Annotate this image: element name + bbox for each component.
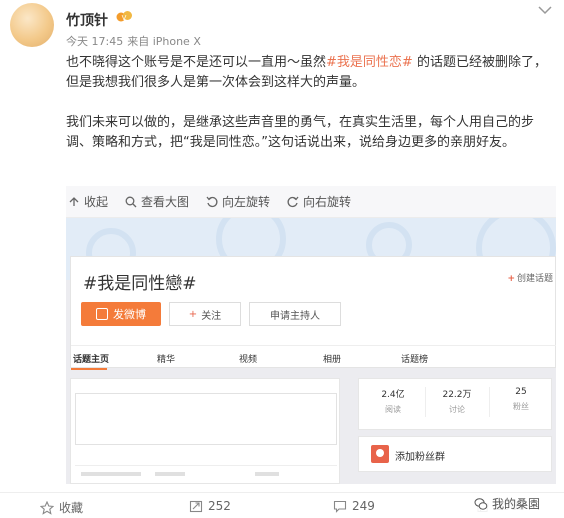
stat-reads-value: 2.4亿	[381, 390, 405, 400]
compose-box	[70, 378, 340, 484]
view-large-label: 查看大图	[141, 195, 190, 209]
favorite-button[interactable]: 收藏	[40, 499, 83, 516]
collapse-button[interactable]: 收起	[68, 193, 108, 210]
post-header: 竹顶针 V 今天 17:45 来自 iPhone X	[0, 0, 564, 48]
comment-button[interactable]: 249	[333, 499, 375, 513]
comment-icon	[333, 500, 347, 513]
post-paragraph-1: 也不晓得这个账号是不是还可以一直用～虽然#我是同性恋# 的话题已经被删除了，但是…	[66, 53, 556, 93]
topic-title: #我是同性戀#	[83, 274, 197, 294]
rotate-right-button[interactable]: 向右旋转	[287, 193, 351, 210]
rotate-left-icon	[206, 196, 218, 207]
tab-featured[interactable]: 精华	[157, 352, 175, 365]
topic-stats: 2.4亿 阅读 22.2万 讨论 25 粉丝	[358, 378, 552, 430]
topic-panel: #我是同性戀# + 创建话题 发微博 + 关注 申请主持人 话题主页 精华 视频 相…	[70, 256, 556, 370]
tab-topic-home[interactable]: 话题主页	[73, 352, 109, 365]
stat-fans-value: 25	[515, 387, 527, 397]
repost-button[interactable]: 252	[189, 499, 231, 513]
tab-album[interactable]: 相册	[323, 352, 341, 365]
stat-fans: 25 粉丝	[493, 387, 549, 412]
chevron-down-icon[interactable]	[538, 5, 552, 15]
post-body: 也不晓得这个账号是不是还可以一直用～虽然#我是同性恋# 的话题已经被删除了，但是…	[66, 53, 556, 173]
vip-badge-icon[interactable]: V	[116, 9, 133, 24]
tab-video[interactable]: 视频	[239, 352, 257, 365]
create-topic-link[interactable]: + 创建话题	[507, 271, 553, 284]
collapse-arrow-icon	[69, 196, 79, 206]
compose-icon	[96, 308, 108, 320]
favorite-label: 收藏	[59, 501, 84, 515]
follow-label: 关注	[201, 310, 222, 322]
wechat-watermark: 我的桑園	[471, 494, 544, 513]
plus-icon: +	[188, 308, 198, 320]
rotate-left-label: 向左旋转	[222, 195, 271, 209]
stat-discussions: 22.2万 讨论	[429, 387, 485, 415]
fans-group-label: 添加粉丝群	[395, 452, 445, 463]
post-meta: 今天 17:45 来自 iPhone X	[66, 33, 201, 49]
post-time: 今天 17:45	[66, 35, 124, 48]
wechat-icon	[474, 497, 488, 510]
tab-topic-ranking[interactable]: 话题榜	[401, 352, 428, 365]
apply-host-button[interactable]: 申请主持人	[249, 302, 341, 326]
plus-icon: +	[507, 274, 515, 284]
post-source[interactable]: 来自 iPhone X	[127, 35, 201, 48]
fans-group-button[interactable]: 添加粉丝群	[358, 436, 552, 472]
fans-group-icon	[371, 445, 389, 463]
topic-tabs: 话题主页 精华 视频 相册 话题榜	[71, 345, 556, 370]
author-name[interactable]: 竹顶针	[66, 10, 108, 30]
embedded-screenshot[interactable]: #我是同性戀# + 创建话题 发微博 + 关注 申请主持人 话题主页 精华 视频 相…	[66, 218, 556, 484]
repost-count: 252	[208, 499, 231, 513]
post-weibo-button[interactable]: 发微博	[81, 302, 161, 326]
rotate-right-icon	[287, 196, 299, 207]
stat-reads-label: 阅读	[385, 405, 401, 414]
view-large-button[interactable]: 查看大图	[125, 193, 189, 210]
avatar[interactable]	[10, 3, 54, 47]
create-topic-label: 创建话题	[516, 274, 553, 284]
star-icon	[40, 500, 54, 515]
stat-fans-label: 粉丝	[513, 402, 529, 411]
stat-discussions-label: 讨论	[449, 405, 465, 414]
post-paragraph-2: 我们未来可以做的，是继承这些声音里的勇气，在真实生活里，每个人用自己的步调、策略…	[66, 115, 535, 150]
post-text-segment: 也不晓得这个账号是不是还可以一直用～虽然	[66, 55, 327, 70]
stat-reads: 2.4亿 阅读	[365, 387, 421, 415]
comment-count: 249	[352, 499, 375, 513]
image-card: 收起 查看大图 向左旋转 向右旋转 #我是同性戀# + 创建话题 发微博 + 关注 …	[66, 186, 556, 484]
collapse-label: 收起	[84, 195, 109, 209]
watermark-label: 我的桑園	[492, 497, 541, 511]
rotate-right-label: 向右旋转	[303, 195, 352, 209]
feed-item-preview	[75, 465, 337, 483]
image-toolbar: 收起 查看大图 向左旋转 向右旋转	[66, 186, 556, 218]
svg-text:V: V	[122, 14, 127, 22]
post-weibo-label: 发微博	[113, 308, 146, 321]
active-tab-indicator	[71, 368, 107, 370]
follow-button[interactable]: + 关注	[169, 302, 241, 326]
repost-icon	[189, 500, 203, 513]
topic-link[interactable]: #我是同性恋#	[326, 55, 413, 70]
compose-textarea[interactable]	[75, 393, 337, 445]
rotate-left-button[interactable]: 向左旋转	[206, 193, 270, 210]
magnifier-icon	[125, 196, 137, 207]
stat-discussions-value: 22.2万	[442, 390, 472, 400]
